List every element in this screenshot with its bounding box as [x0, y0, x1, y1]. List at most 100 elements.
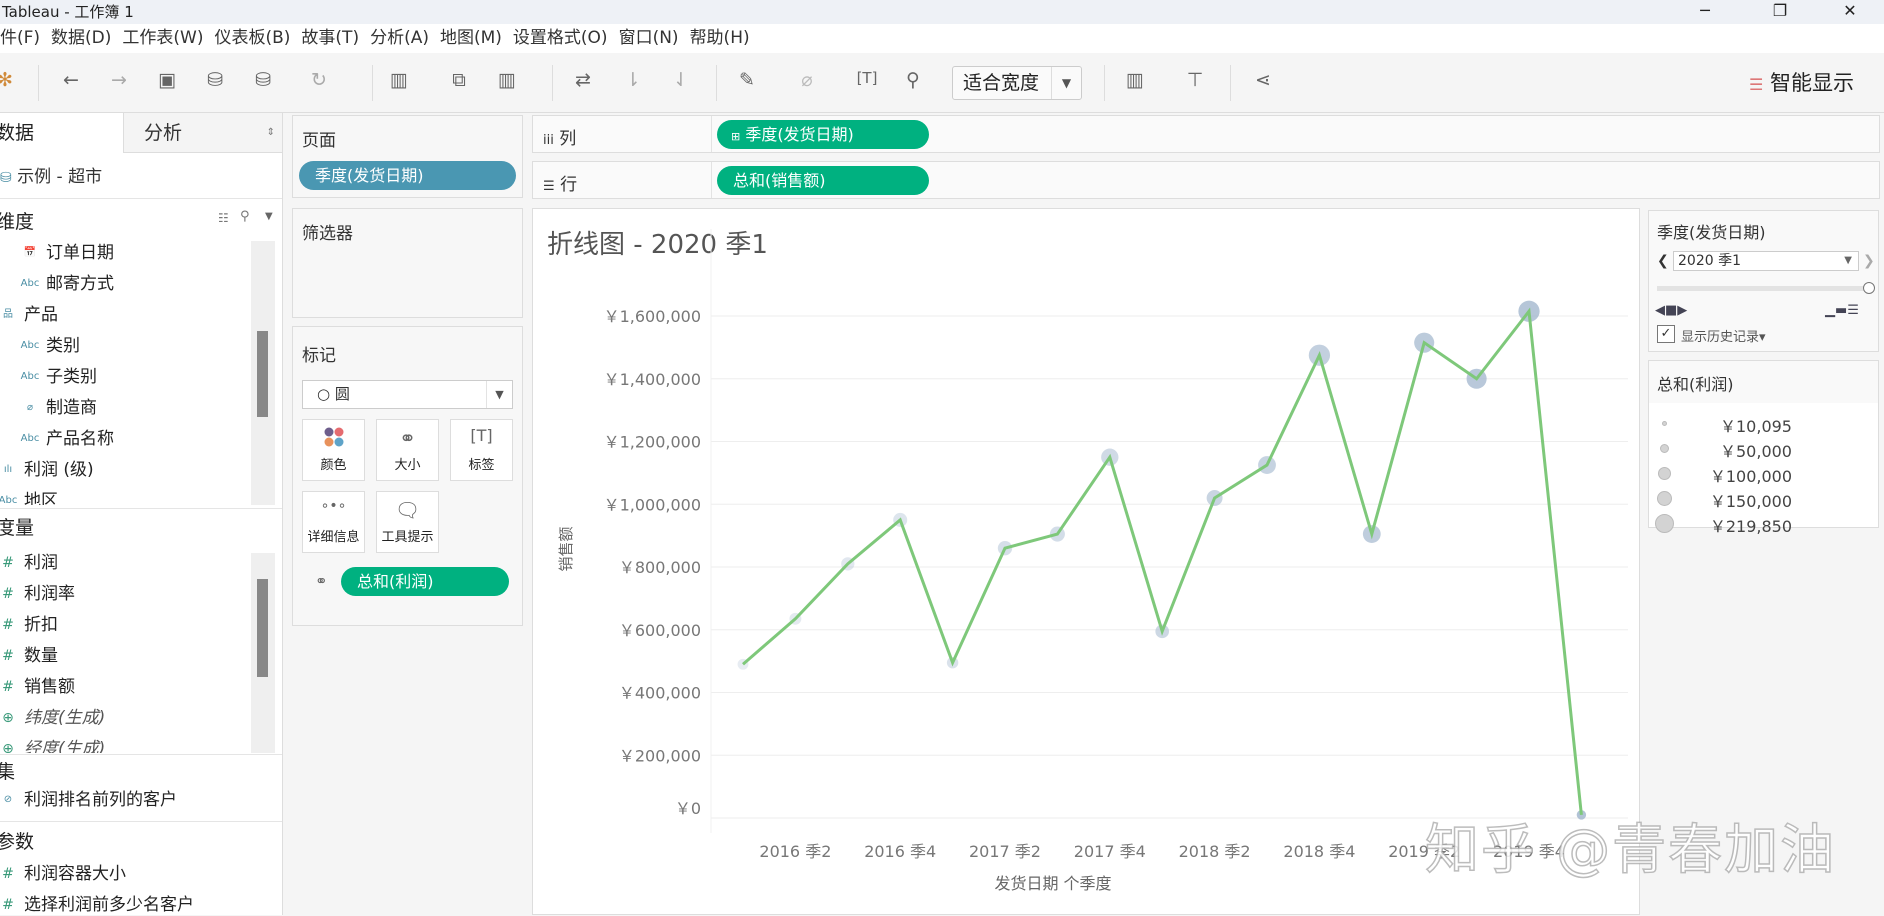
field-item[interactable]: # 利润率 — [0, 580, 260, 608]
menu-item[interactable]: 工作表(W) — [122, 28, 203, 48]
show-me-button[interactable]: ☰ 智能显示 — [1749, 67, 1854, 97]
playback-controls[interactable]: ◀■▶ — [1655, 303, 1687, 318]
datasource-item[interactable]: ⛁ 示例 - 超市 — [0, 163, 102, 192]
show-history-label[interactable]: 显示历史记录▾ — [1681, 326, 1766, 345]
tab-data[interactable]: 数据 — [0, 113, 133, 153]
new-datasource-icon[interactable]: ⛁ — [202, 69, 228, 91]
close-button[interactable]: ✕ — [1820, 0, 1880, 24]
size-pill[interactable]: 总和(利润) — [341, 567, 509, 596]
menu-item[interactable]: 地图(M) — [440, 28, 502, 48]
field-item[interactable]: Abc 邮寄方式 — [0, 270, 260, 298]
color-button[interactable]: 颜色 — [302, 419, 365, 481]
swap-icon[interactable]: ⇄ — [570, 69, 596, 91]
menu-item[interactable]: 设置格式(O) — [513, 28, 608, 48]
field-item[interactable]: ⊘ 利润排名前列的客户 — [0, 786, 260, 814]
menu-item[interactable]: 分析(A) — [370, 28, 429, 48]
sales-line[interactable] — [742, 307, 1583, 816]
rows-pill[interactable]: 总和(销售额) — [717, 166, 929, 195]
sort-arrows-icon: ⇕ — [266, 127, 275, 138]
chart-view[interactable]: 折线图 - 2020 季1 ￥0 ￥200,000 ￥400,000 ￥600,000 ￥… — [532, 208, 1640, 915]
field-item[interactable]: ⊕ 纬度(生成) — [0, 704, 260, 732]
search-icon[interactable]: ⚲ — [240, 209, 250, 224]
highlight-icon[interactable]: ✎ — [734, 69, 760, 91]
detail-button[interactable]: ∘•∘ 详细信息 — [302, 491, 365, 553]
columns-shelf[interactable]: iii 列 ⊞ 季度(发货日期) — [532, 115, 1880, 153]
menu-item[interactable]: 窗口(N) — [619, 28, 679, 48]
clear-sheet-icon[interactable]: ▥ — [494, 69, 520, 91]
show-cards-icon[interactable]: ▥ — [1122, 69, 1148, 91]
size-button[interactable]: ⚭ 大小 — [376, 419, 439, 481]
y-tick-label: ￥1,600,000 — [604, 307, 701, 326]
sort-desc-icon[interactable]: ⇃ — [668, 69, 694, 91]
field-item[interactable]: Abc 产品名称 — [0, 425, 260, 453]
rows-shelf[interactable]: ☰ 行 总和(销售额) — [532, 161, 1880, 199]
field-item[interactable]: # 销售额 — [0, 673, 260, 701]
undo-icon[interactable]: ← — [58, 69, 84, 91]
field-item[interactable]: # 选择利润前多少名客户 — [0, 891, 260, 915]
refresh-icon[interactable]: ↻ — [306, 69, 332, 91]
field-type-icon: ⊘ — [3, 794, 13, 805]
pin-icon[interactable]: ⚲ — [900, 69, 926, 91]
field-type-icon: ⊕ — [2, 710, 14, 726]
columns-pill[interactable]: ⊞ 季度(发货日期) — [717, 120, 929, 149]
duplicate-sheet-icon[interactable]: ⧉ — [446, 69, 472, 91]
page-select[interactable]: 2020 季1 ▼ — [1673, 251, 1859, 271]
menu-item[interactable]: 帮助(H) — [690, 28, 750, 48]
line-chart[interactable]: 折线图 - 2020 季1 ￥0 ￥200,000 ￥400,000 ￥600,000 ￥… — [533, 209, 1641, 916]
field-item[interactable]: Abc 类别 — [0, 332, 260, 360]
fit-value: 适合宽度 — [963, 72, 1040, 94]
detail-label: 详细信息 — [307, 530, 360, 545]
menu-item[interactable]: 故事(T) — [301, 28, 359, 48]
field-item[interactable]: Abc 子类别 — [0, 363, 260, 391]
field-item[interactable]: ⊕ 经度(生成) — [0, 735, 260, 753]
list-view-icon[interactable]: ☷ — [218, 211, 229, 225]
pages-card: 页面 季度(发货日期) — [292, 115, 523, 198]
x-axis-title: 发货日期 个季度 — [994, 874, 1111, 893]
mark-type-dropdown[interactable]: ○ 圆 ▼ — [302, 380, 513, 409]
field-type-icon: ⊕ — [2, 741, 14, 753]
pages-pill[interactable]: 季度(发货日期) — [299, 161, 516, 190]
tab-analysis[interactable]: 分析 ⇕ — [123, 113, 282, 153]
prev-page-icon[interactable]: ❮ — [1657, 253, 1669, 269]
field-item[interactable]: 📅 订单日期 — [0, 239, 260, 267]
share-icon[interactable]: ⋖ — [1250, 69, 1276, 91]
label-button[interactable]: [T] 标签 — [450, 419, 513, 481]
save-icon[interactable]: ▣ — [154, 69, 180, 91]
field-label: 产品 — [24, 305, 58, 325]
presentation-icon[interactable]: ⊤ — [1182, 69, 1208, 91]
fit-dropdown[interactable]: 适合宽度 ▼ — [952, 66, 1082, 100]
redo-icon[interactable]: → — [106, 69, 132, 91]
field-item[interactable]: Abc 地区 — [0, 487, 260, 505]
tooltip-button[interactable]: 🗨 工具提示 — [376, 491, 439, 553]
maximize-button[interactable]: ❐ — [1750, 0, 1810, 24]
menu-item[interactable]: 件(F) — [0, 28, 40, 48]
field-item[interactable]: ılı 利润 (级) — [0, 456, 260, 484]
next-page-icon[interactable]: ❯ — [1863, 253, 1875, 269]
show-history-checkbox[interactable]: ✓ — [1657, 325, 1675, 343]
field-item[interactable]: # 利润容器大小 — [0, 860, 260, 888]
page-slider[interactable] — [1657, 286, 1867, 291]
field-type-icon: 品 — [3, 309, 13, 320]
labels-icon[interactable]: [T] — [854, 69, 880, 87]
minimize-button[interactable]: ─ — [1675, 0, 1735, 24]
pause-updates-icon[interactable]: ⛁ — [250, 69, 276, 91]
sort-asc-icon[interactable]: ⇂ — [620, 69, 646, 91]
field-item[interactable]: # 利润 — [0, 549, 260, 577]
dimensions-section: 维度 ☷ ⚲ ▼ 📅 订单日期 Abc 邮寄方式品产品 Abc 类别 Abc 子类别 ⌀ 制造商 A… — [0, 205, 282, 505]
field-item[interactable]: ⌀ 制造商 — [0, 394, 260, 422]
title-bar: Tableau - 工作簿 1 ─ ❐ ✕ — [0, 0, 1884, 24]
menu-item[interactable]: 数据(D) — [51, 28, 111, 48]
field-item[interactable]: # 数量 — [0, 642, 260, 670]
field-label: 经度(生成) — [24, 739, 106, 753]
x-tick-label: 2017 季2 — [969, 842, 1041, 861]
field-item[interactable]: 品产品 — [0, 301, 260, 329]
field-item[interactable]: # 折扣 — [0, 611, 260, 639]
chevron-down-icon[interactable]: ▼ — [265, 211, 273, 222]
mark-type-value: 圆 — [334, 385, 350, 403]
filters-card[interactable]: 筛选器 — [292, 208, 523, 318]
menu-item[interactable]: 仪表板(B) — [214, 28, 290, 48]
new-sheet-icon[interactable]: ▥ — [386, 69, 412, 91]
page-slider-handle[interactable] — [1863, 282, 1875, 294]
speed-controls[interactable]: ▁▬☰ — [1825, 303, 1859, 318]
group-icon[interactable]: ⌀ — [794, 69, 820, 91]
